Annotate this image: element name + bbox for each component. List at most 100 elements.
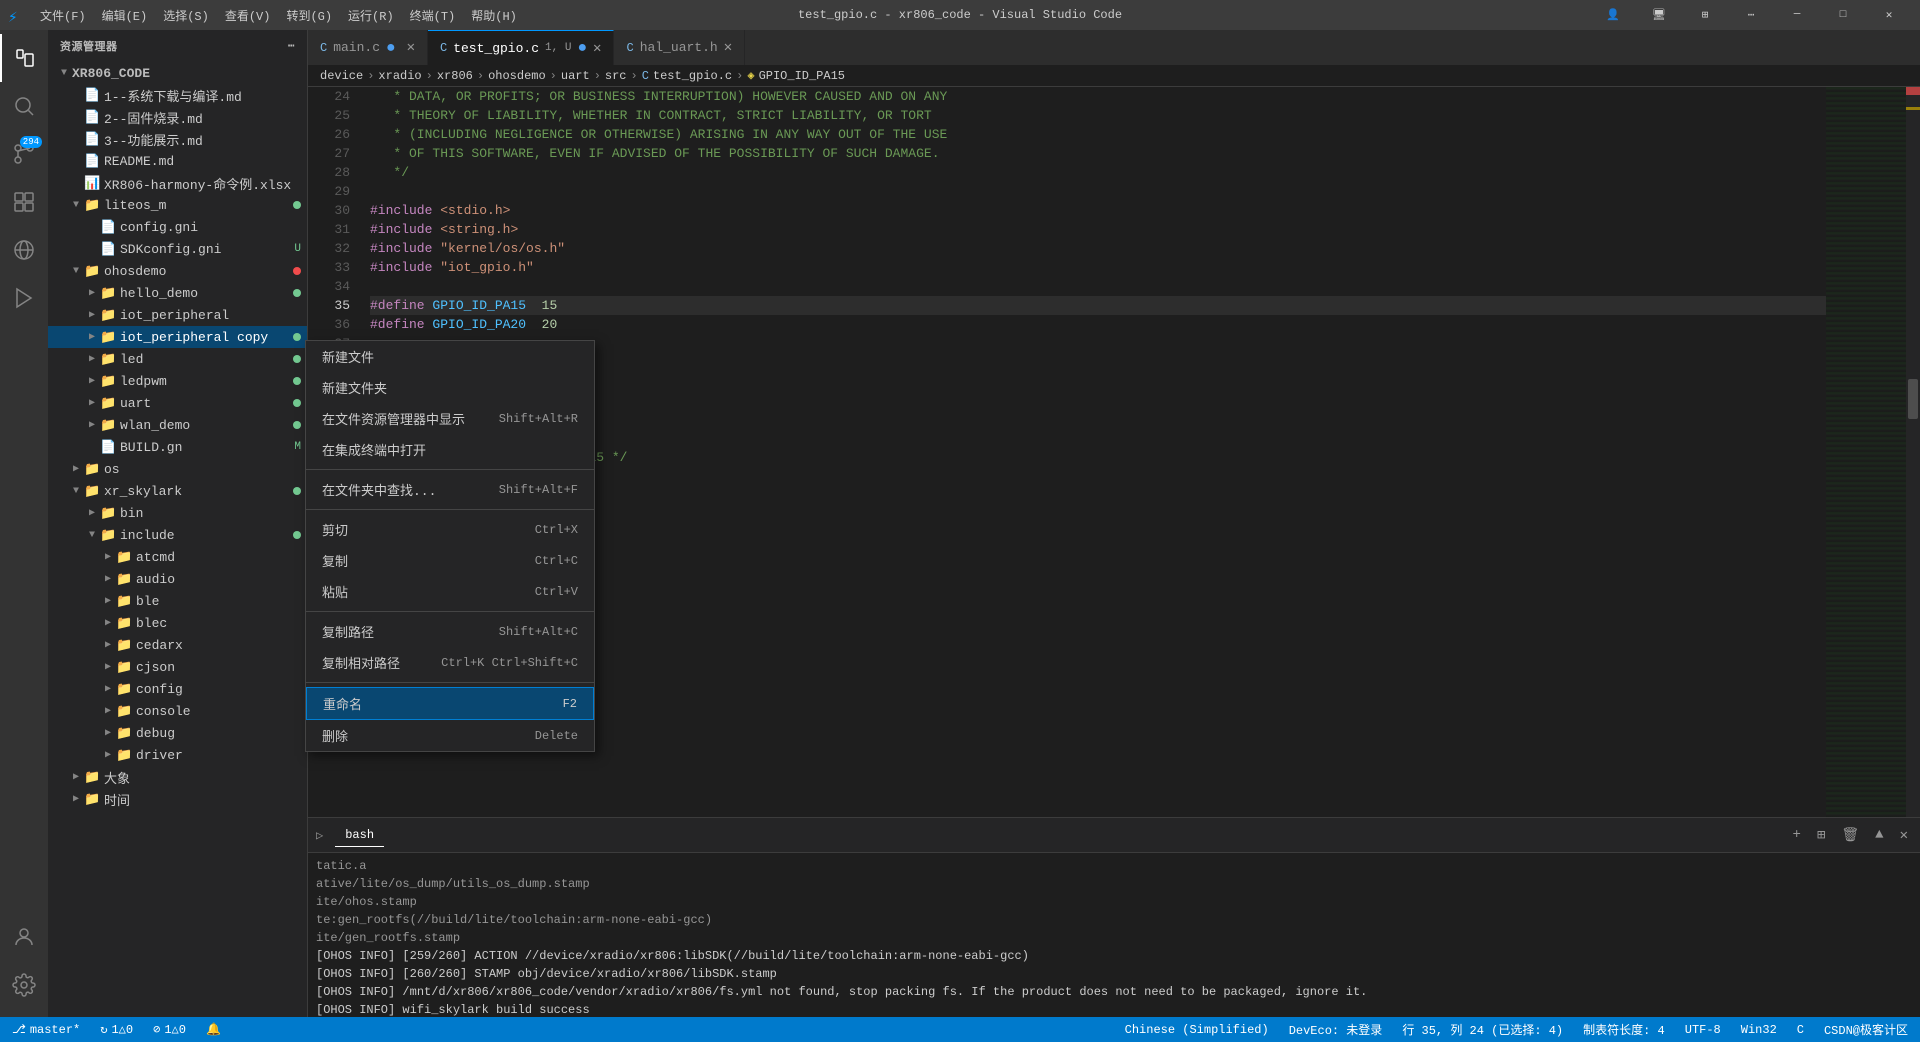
sidebar-item-include[interactable]: ▼ 📁 include [48,524,307,546]
ctx-cut[interactable]: 剪切 Ctrl+X [306,514,594,545]
maximize-button[interactable]: □ [1820,0,1866,30]
list-item[interactable]: ▶ 📁 console [48,700,307,722]
ctx-new-folder[interactable]: 新建文件夹 [306,372,594,403]
scroll-thumb[interactable] [1908,379,1918,419]
ctx-delete[interactable]: 删除 Delete [306,720,594,751]
tab-hal-uart-h[interactable]: C hal_uart.h ✕ [614,30,745,65]
list-item[interactable]: 📊 XR806-harmony-命令例.xlsx [48,172,307,194]
new-terminal-icon[interactable]: + [1789,825,1805,845]
status-sync[interactable]: ↻ 1△0 [96,1022,137,1037]
bc-xr806[interactable]: xr806 [437,69,473,83]
extensions-icon[interactable] [0,178,48,226]
ctx-paste[interactable]: 粘贴 Ctrl+V [306,576,594,607]
list-item[interactable]: ▶ 📁 debug [48,722,307,744]
list-item[interactable]: ▶ 📁 iot_peripheral [48,304,307,326]
tab-close-icon[interactable]: ✕ [593,40,601,57]
list-item[interactable]: ▶ 📁 hello_demo [48,282,307,304]
list-item[interactable]: ▼ 📁 ohosdemo [48,260,307,282]
status-feedback[interactable]: CSDN@极客计区 [1820,1021,1912,1038]
bc-uart[interactable]: uart [561,69,590,83]
list-item[interactable]: ▶ 📁 config [48,678,307,700]
list-item[interactable]: ▶ 📁 ble [48,590,307,612]
list-item[interactable]: ▶ 📁 uart [48,392,307,414]
status-eol[interactable]: Win32 [1737,1023,1781,1037]
search-icon[interactable] [0,82,48,130]
status-file-type[interactable]: C [1793,1023,1808,1037]
list-item[interactable]: ▶ 📁 bin [48,502,307,524]
remote-explorer-icon[interactable] [0,226,48,274]
list-item[interactable]: ▶ 📁 audio [48,568,307,590]
tree-item-iot-peripheral-copy[interactable]: ▶ 📁 iot_peripheral copy [48,326,307,348]
list-item[interactable]: ▼ 📁 xr_skylark [48,480,307,502]
ctx-copy[interactable]: 复制 Ctrl+C [306,545,594,576]
menu-file[interactable]: 文件(F) [32,3,94,28]
status-deveco[interactable]: DevEco: 未登录 [1285,1021,1387,1038]
ctx-copy-path[interactable]: 复制路径 Shift+Alt+C [306,616,594,647]
tab-close-icon[interactable]: ✕ [407,39,415,56]
status-errors[interactable]: ⊘ 1△0 [149,1022,190,1037]
menu-select[interactable]: 选择(S) [155,3,217,28]
status-encoding[interactable]: UTF-8 [1681,1023,1725,1037]
list-item[interactable]: ▶ 📁 atcmd [48,546,307,568]
menu-edit[interactable]: 编辑(E) [94,3,156,28]
list-item[interactable]: ▶ 📁 cedarx [48,634,307,656]
bc-device[interactable]: device [320,69,363,83]
layout-icon[interactable]: ⊞ [1682,0,1728,30]
more-icon[interactable]: ⋯ [1728,0,1774,30]
status-branch[interactable]: ⎇ master* [8,1022,84,1037]
list-item[interactable]: ▶ 📁 时间 [48,788,307,810]
ctx-copy-relative-path[interactable]: 复制相对路径 Ctrl+K Ctrl+Shift+C [306,647,594,678]
tab-close-icon[interactable]: ✕ [724,39,732,56]
bc-symbol[interactable]: GPIO_ID_PA15 [759,69,845,83]
settings-icon[interactable] [0,961,48,1009]
bc-ohosdemo[interactable]: ohosdemo [488,69,546,83]
bc-file[interactable]: test_gpio.c [653,69,732,83]
status-position[interactable]: 行 35, 列 24 (已选择: 4) [1398,1021,1567,1038]
tab-main-c[interactable]: C main.c ● ✕ [308,30,428,65]
sidebar-more-icon[interactable]: ⋯ [288,39,295,53]
bc-src[interactable]: src [605,69,627,83]
tree-root[interactable]: ▼ XR806_CODE [48,62,307,84]
list-item[interactable]: ▶ 📁 blec [48,612,307,634]
status-tab-size[interactable]: 制表符长度: 4 [1579,1021,1669,1038]
ctx-show-in-explorer[interactable]: 在文件资源管理器中显示 Shift+Alt+R [306,403,594,434]
list-item[interactable]: ▶ 📁 led [48,348,307,370]
accounts-icon[interactable] [0,913,48,961]
menu-terminal[interactable]: 终端(T) [402,3,464,28]
list-item[interactable]: ▶ 📁 os [48,458,307,480]
ctx-rename[interactable]: 重命名 F2 [306,687,594,720]
ctx-new-file[interactable]: 新建文件 [306,341,594,372]
ctx-open-in-terminal[interactable]: 在集成终端中打开 [306,434,594,465]
list-item[interactable]: ▼ 📁 liteos_m [48,194,307,216]
status-language-display[interactable]: Chinese (Simplified) [1121,1023,1273,1037]
list-item[interactable]: 📄 3--功能展示.md [48,128,307,150]
list-item[interactable]: 📄 config.gni [48,216,307,238]
maximize-terminal-icon[interactable]: ▲ [1871,825,1887,845]
split-terminal-icon[interactable]: ⊞ [1813,825,1829,846]
list-item[interactable]: 📄 1--系统下载与编译.md [48,84,307,106]
list-item[interactable]: 📄 README.md [48,150,307,172]
menu-goto[interactable]: 转到(G) [278,3,340,28]
terminal-tab-bash[interactable]: bash [335,824,384,847]
account-icon[interactable]: 👤 [1590,0,1636,30]
menu-view[interactable]: 查看(V) [217,3,279,28]
minimize-button[interactable]: ─ [1774,0,1820,30]
list-item[interactable]: ▶ 📁 wlan_demo [48,414,307,436]
list-item[interactable]: 📄 BUILD.gn M [48,436,307,458]
tab-test-gpio-c[interactable]: C test_gpio.c 1, U ● ✕ [428,30,614,65]
menu-run[interactable]: 运行(R) [340,3,402,28]
list-item[interactable]: ▶ 📁 ledpwm [48,370,307,392]
list-item[interactable]: 📄 2--固件烧录.md [48,106,307,128]
status-bell[interactable]: 🔔 [202,1022,225,1037]
explorer-icon[interactable] [0,34,48,82]
close-terminal-icon[interactable]: ✕ [1896,825,1912,846]
bc-xradio[interactable]: xradio [378,69,421,83]
run-debug-icon[interactable] [0,274,48,322]
ctx-find-in-folder[interactable]: 在文件夹中查找... Shift+Alt+F [306,474,594,505]
list-item[interactable]: ▶ 📁 cjson [48,656,307,678]
close-button[interactable]: ✕ [1866,0,1912,30]
source-control-icon[interactable]: 294 [0,130,48,178]
list-item[interactable]: 📄 SDKconfig.gni U [48,238,307,260]
list-item[interactable]: ▶ 📁 driver [48,744,307,766]
terminal-content[interactable]: tatic.a ative/lite/os_dump/utils_os_dump… [308,853,1920,1017]
